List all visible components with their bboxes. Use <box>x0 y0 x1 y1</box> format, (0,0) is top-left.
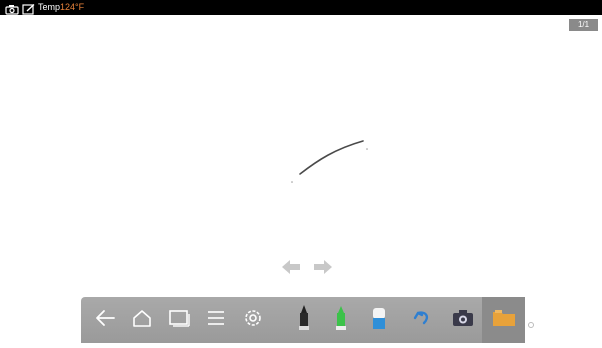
bottom-toolbar <box>81 297 525 343</box>
window-icon <box>168 309 190 332</box>
window-button[interactable] <box>164 297 194 343</box>
gear-icon <box>242 307 264 334</box>
camera-icon <box>451 308 475 333</box>
home-button[interactable] <box>127 297 157 343</box>
undo-button[interactable] <box>407 297 437 343</box>
drawing-canvas[interactable] <box>0 15 602 343</box>
back-button[interactable] <box>90 297 120 343</box>
page-navigation <box>281 258 335 276</box>
menu-icon <box>205 309 227 332</box>
folder-icon <box>491 308 517 333</box>
toolbar-handle-icon[interactable] <box>527 316 535 334</box>
eraser-button[interactable] <box>364 297 394 343</box>
stroke-dot <box>366 148 368 150</box>
menu-button[interactable] <box>201 297 231 343</box>
next-page-arrow-icon[interactable] <box>313 258 333 281</box>
screenshot-button[interactable] <box>448 297 478 343</box>
temperature-readout: Temp124°F <box>38 1 84 13</box>
highlighter-icon <box>333 304 349 337</box>
home-icon <box>131 309 153 332</box>
status-bar: Temp124°F <box>0 0 602 15</box>
highlighter-button[interactable] <box>326 297 356 343</box>
pen-stroke <box>299 140 364 175</box>
prev-page-arrow-icon[interactable] <box>281 258 301 281</box>
folder-button[interactable] <box>482 297 525 343</box>
temp-value: 124°F <box>60 2 85 12</box>
eraser-icon <box>370 305 388 336</box>
settings-button[interactable] <box>238 297 268 343</box>
stroke-dot <box>291 181 293 183</box>
temp-label: Temp <box>38 2 61 12</box>
undo-icon <box>412 309 432 332</box>
pen-button[interactable] <box>289 297 319 343</box>
back-arrow-icon <box>94 309 116 332</box>
pen-icon <box>296 304 312 337</box>
